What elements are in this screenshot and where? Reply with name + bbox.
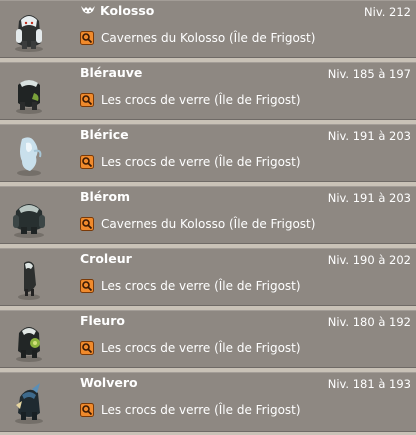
location-link[interactable]: Cavernes du Kolosso (Île de Frigost)	[80, 216, 315, 232]
monster-level: Niv. 190 à 202	[327, 253, 411, 267]
croleur-portrait-icon	[18, 261, 40, 300]
monster-row-blerom[interactable]: Blérom Niv. 191 à 203 Cavernes du Koloss…	[0, 186, 416, 244]
wolvero-portrait-icon	[15, 383, 43, 424]
monster-row-blerice[interactable]: Blérice Niv. 191 à 203 Les crocs de verr…	[0, 124, 416, 182]
kolosso-portrait-icon	[15, 15, 43, 52]
location-link[interactable]: Cavernes du Kolosso (Île de Frigost)	[80, 30, 315, 46]
monster-name: Blérauve	[80, 65, 143, 80]
location-link[interactable]: Les crocs de verre (Île de Frigost)	[80, 402, 301, 418]
monster-row-wolvero[interactable]: Wolvero Niv. 181 à 193 Les crocs de verr…	[0, 372, 416, 432]
monster-list: Kolosso Niv. 212 Cavernes du Kolosso (Îl…	[0, 0, 416, 435]
search-icon[interactable]	[80, 217, 94, 231]
search-icon[interactable]	[80, 93, 94, 107]
location-link[interactable]: Les crocs de verre (Île de Frigost)	[80, 154, 301, 170]
search-icon[interactable]	[80, 31, 94, 45]
monster-row-fleuro[interactable]: Fleuro Niv. 180 à 192 Les crocs de verre…	[0, 310, 416, 368]
monster-level: Niv. 180 à 192	[327, 315, 411, 329]
monster-level: Niv. 185 à 197	[327, 67, 411, 81]
location-text[interactable]: Cavernes du Kolosso (Île de Frigost)	[101, 217, 315, 231]
location-text[interactable]: Les crocs de verre (Île de Frigost)	[101, 279, 301, 293]
boss-skull-icon	[81, 6, 95, 14]
search-icon[interactable]	[80, 341, 94, 355]
search-icon[interactable]	[80, 403, 94, 417]
monster-name-text: Kolosso	[100, 3, 155, 18]
blerice-portrait-icon	[17, 137, 42, 176]
monster-row-kolosso[interactable]: Kolosso Niv. 212 Cavernes du Kolosso (Îl…	[0, 0, 416, 58]
location-text[interactable]: Cavernes du Kolosso (Île de Frigost)	[101, 31, 315, 45]
monster-row-blerauve[interactable]: Blérauve Niv. 185 à 197 Les crocs de ver…	[0, 62, 416, 120]
blerom-portrait-icon	[13, 204, 45, 238]
location-text[interactable]: Les crocs de verre (Île de Frigost)	[101, 93, 301, 107]
monster-row-croleur[interactable]: Croleur Niv. 190 à 202 Les crocs de verr…	[0, 248, 416, 306]
location-text[interactable]: Les crocs de verre (Île de Frigost)	[101, 341, 301, 355]
monster-level: Niv. 191 à 203	[327, 191, 411, 205]
monster-name: Blérice	[80, 127, 129, 142]
search-icon[interactable]	[80, 279, 94, 293]
monster-level: Niv. 212	[364, 5, 411, 19]
search-icon[interactable]	[80, 155, 94, 169]
location-link[interactable]: Les crocs de verre (Île de Frigost)	[80, 278, 301, 294]
monster-level: Niv. 181 à 193	[327, 377, 411, 391]
location-link[interactable]: Les crocs de verre (Île de Frigost)	[80, 92, 301, 108]
blerauve-portrait-icon	[16, 80, 42, 114]
fleuro-portrait-icon	[16, 327, 42, 362]
location-text[interactable]: Les crocs de verre (Île de Frigost)	[101, 403, 301, 417]
monster-name: Kolosso	[80, 3, 154, 18]
monster-name: Fleuro	[80, 313, 125, 328]
location-link[interactable]: Les crocs de verre (Île de Frigost)	[80, 340, 301, 356]
monster-name: Wolvero	[80, 375, 138, 390]
location-text[interactable]: Les crocs de verre (Île de Frigost)	[101, 155, 301, 169]
monster-level: Niv. 191 à 203	[327, 129, 411, 143]
monster-name: Croleur	[80, 251, 132, 266]
monster-name: Blérom	[80, 189, 131, 204]
